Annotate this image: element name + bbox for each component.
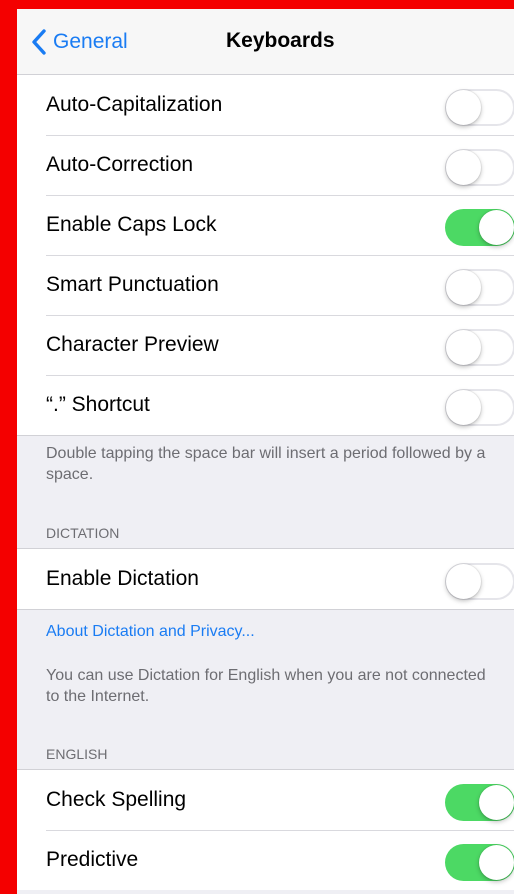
- setting-label: Auto-Capitalization: [46, 93, 223, 116]
- setting-row-caps-lock: Enable Caps Lock: [17, 195, 514, 255]
- switch-knob: [479, 845, 514, 880]
- switch-knob: [446, 390, 481, 425]
- screen-frame: General Keyboards Auto-Capitalization Au…: [0, 0, 514, 894]
- character-preview-switch[interactable]: [445, 329, 514, 366]
- enable-dictation-switch[interactable]: [445, 563, 514, 600]
- switch-knob: [446, 150, 481, 185]
- setting-row-character-preview: Character Preview: [17, 315, 514, 375]
- switch-knob: [446, 564, 481, 599]
- setting-row-smart-punctuation: Smart Punctuation: [17, 255, 514, 315]
- setting-label: Predictive: [46, 848, 139, 871]
- switch-knob: [479, 210, 514, 245]
- keyboard-settings-group: Auto-Capitalization Auto-Correction Enab…: [17, 74, 514, 436]
- switch-knob: [479, 785, 514, 820]
- shortcut-footnote: Double tapping the space bar will insert…: [46, 445, 486, 483]
- setting-label: “.” Shortcut: [46, 393, 150, 416]
- setting-row-enable-dictation: Enable Dictation: [17, 549, 514, 609]
- back-button[interactable]: General: [31, 27, 128, 57]
- smart-punctuation-switch[interactable]: [445, 269, 514, 306]
- page-title: Keyboards: [226, 29, 335, 52]
- switch-knob: [446, 330, 481, 365]
- switch-knob: [446, 270, 481, 305]
- auto-capitalization-switch[interactable]: [445, 89, 514, 126]
- setting-row-check-spelling: Check Spelling: [17, 770, 514, 830]
- setting-row-auto-capitalization: Auto-Capitalization: [17, 75, 514, 135]
- setting-label: Enable Dictation: [46, 567, 199, 590]
- setting-row-period-shortcut: “.” Shortcut: [17, 375, 514, 435]
- chevron-left-icon: [32, 29, 46, 55]
- dictation-group: Enable Dictation: [17, 548, 514, 610]
- back-button-label: General: [53, 30, 128, 53]
- dictation-footnote: You can use Dictation for English when y…: [46, 667, 486, 705]
- setting-label: Smart Punctuation: [46, 273, 219, 296]
- setting-row-auto-correction: Auto-Correction: [17, 135, 514, 195]
- setting-label: Character Preview: [46, 333, 219, 356]
- setting-label: Enable Caps Lock: [46, 213, 217, 236]
- setting-label: Auto-Correction: [46, 153, 194, 176]
- english-section-header: ENGLISH: [46, 746, 108, 762]
- caps-lock-switch[interactable]: [445, 209, 514, 246]
- predictive-switch[interactable]: [445, 844, 514, 881]
- setting-row-predictive: Predictive: [17, 830, 514, 890]
- english-group: Check Spelling Predictive: [17, 769, 514, 890]
- auto-correction-switch[interactable]: [445, 149, 514, 186]
- period-shortcut-switch[interactable]: [445, 389, 514, 426]
- check-spelling-switch[interactable]: [445, 784, 514, 821]
- setting-label: Check Spelling: [46, 788, 187, 811]
- switch-knob: [446, 90, 481, 125]
- dictation-privacy-link[interactable]: About Dictation and Privacy...: [46, 623, 255, 641]
- dictation-section-header: DICTATION: [46, 525, 120, 541]
- navigation-bar: General Keyboards: [17, 9, 514, 75]
